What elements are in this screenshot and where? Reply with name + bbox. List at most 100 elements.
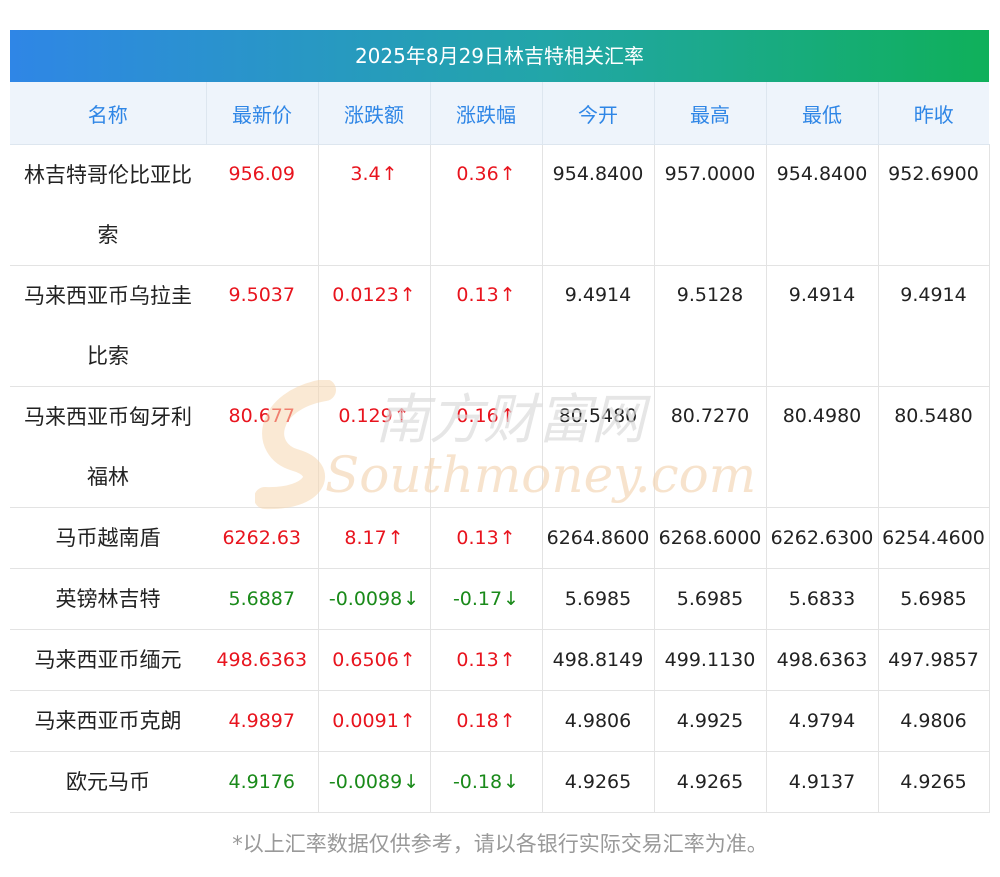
low-price: 954.8400 xyxy=(766,144,879,266)
prev-close-value: 80.5480 xyxy=(894,405,973,427)
header-change-pct: 涨跌幅 xyxy=(430,82,543,145)
prev-close-value: 4.9265 xyxy=(900,771,967,793)
low-price: 498.6363 xyxy=(766,629,879,691)
currency-pair-name: 欧元马币 xyxy=(10,751,206,813)
latest-price-value: 4.9897 xyxy=(228,710,295,732)
change-percent: 0.13↑ xyxy=(430,265,543,387)
arrow-up-icon: ↑ xyxy=(499,284,516,306)
arrow-down-icon: ↓ xyxy=(403,771,420,793)
prev-close-value: 4.9806 xyxy=(900,710,967,732)
table-row: 马来西亚币缅元 498.6363 0.6506↑ 0.13↑ 498.8149 499.1… xyxy=(10,629,990,691)
table-header-row: 名称 最新价 涨跌额 涨跌幅 今开 最高 最低 昨收 xyxy=(10,82,989,145)
currency-pair-name: 英镑林吉特 xyxy=(10,568,206,630)
high-price-value: 4.9265 xyxy=(676,771,744,793)
prev-close-value: 5.6985 xyxy=(900,588,967,610)
low-price: 4.9794 xyxy=(766,690,879,752)
change-percent: -0.17↓ xyxy=(430,568,543,630)
change-amount-value: 0.0123 xyxy=(332,284,399,306)
table-row: 欧元马币 4.9176 -0.0089↓ -0.18↓ 4.9265 4.9265 4.91… xyxy=(10,751,990,813)
open-price: 6264.8600 xyxy=(542,507,655,569)
arrow-up-icon: ↑ xyxy=(499,710,516,732)
latest-price: 80.677 xyxy=(206,386,319,508)
latest-price-value: 498.6363 xyxy=(216,649,308,671)
change-amount: 8.17↑ xyxy=(318,507,431,569)
change-amount: 0.0091↑ xyxy=(318,690,431,752)
header-change: 涨跌额 xyxy=(318,82,431,145)
open-price-value: 6264.8600 xyxy=(546,527,650,549)
prev-close: 9.4914 xyxy=(878,265,990,387)
change-amount-value: 3.4 xyxy=(350,163,381,185)
high-price: 957.0000 xyxy=(654,144,767,266)
low-price: 80.4980 xyxy=(766,386,879,508)
currency-pair-name: 林吉特哥伦比亚比索 xyxy=(10,144,206,266)
prev-close: 952.6900 xyxy=(878,144,990,266)
open-price-value: 4.9265 xyxy=(564,771,632,793)
arrow-up-icon: ↑ xyxy=(499,649,516,671)
prev-close-value: 952.6900 xyxy=(888,163,979,185)
high-price-value: 80.7270 xyxy=(670,405,750,427)
low-price-value: 6262.6300 xyxy=(770,527,874,549)
high-price-value: 6268.6000 xyxy=(658,527,762,549)
change-percent-value: 0.18 xyxy=(456,710,499,732)
latest-price-value: 6262.63 xyxy=(222,527,302,549)
open-price-value: 9.4914 xyxy=(564,284,632,306)
change-amount-value: -0.0089 xyxy=(328,771,403,793)
change-percent-value: 0.36 xyxy=(456,163,499,185)
high-price: 4.9925 xyxy=(654,690,767,752)
open-price: 9.4914 xyxy=(542,265,655,387)
open-price-value: 498.8149 xyxy=(552,649,644,671)
change-amount: 0.0123↑ xyxy=(318,265,431,387)
change-amount-value: 0.6506 xyxy=(332,649,399,671)
open-price: 4.9265 xyxy=(542,751,655,813)
arrow-down-icon: ↓ xyxy=(503,588,520,610)
open-price: 498.8149 xyxy=(542,629,655,691)
arrow-up-icon: ↑ xyxy=(499,527,516,549)
high-price: 9.5128 xyxy=(654,265,767,387)
latest-price-value: 9.5037 xyxy=(228,284,295,306)
change-percent: 0.16↑ xyxy=(430,386,543,508)
prev-close: 4.9806 xyxy=(878,690,990,752)
table-row: 马币越南盾 6262.63 8.17↑ 0.13↑ 6264.8600 6268.6000… xyxy=(10,507,990,569)
header-name: 名称 xyxy=(10,82,207,145)
arrow-up-icon: ↑ xyxy=(399,284,416,306)
open-price-value: 5.6985 xyxy=(564,588,632,610)
latest-price: 4.9897 xyxy=(206,690,319,752)
header-high: 最高 xyxy=(654,82,767,145)
arrow-down-icon: ↓ xyxy=(403,588,420,610)
latest-price: 956.09 xyxy=(206,144,319,266)
arrow-up-icon: ↑ xyxy=(399,710,416,732)
header-low: 最低 xyxy=(766,82,879,145)
arrow-up-icon: ↑ xyxy=(387,527,404,549)
latest-price: 9.5037 xyxy=(206,265,319,387)
arrow-up-icon: ↑ xyxy=(393,405,410,427)
change-amount-value: 0.129 xyxy=(338,405,393,427)
currency-pair-name: 马来西亚币缅元 xyxy=(10,629,206,691)
latest-price: 4.9176 xyxy=(206,751,319,813)
low-price: 6262.6300 xyxy=(766,507,879,569)
open-price-value: 4.9806 xyxy=(564,710,632,732)
latest-price-value: 80.677 xyxy=(228,405,295,427)
high-price-value: 4.9925 xyxy=(676,710,744,732)
table-row: 英镑林吉特 5.6887 -0.0098↓ -0.17↓ 5.6985 5.6985 5.6… xyxy=(10,568,990,630)
currency-pair-name: 马币越南盾 xyxy=(10,507,206,569)
change-amount: 0.129↑ xyxy=(318,386,431,508)
change-percent: -0.18↓ xyxy=(430,751,543,813)
prev-close-value: 9.4914 xyxy=(900,284,967,306)
prev-close-value: 497.9857 xyxy=(888,649,979,671)
arrow-up-icon: ↑ xyxy=(381,163,398,185)
low-price-value: 5.6833 xyxy=(788,588,856,610)
table-row: 马来西亚币克朗 4.9897 0.0091↑ 0.18↑ 4.9806 4.9925 4.9… xyxy=(10,690,990,752)
latest-price: 5.6887 xyxy=(206,568,319,630)
arrow-up-icon: ↑ xyxy=(499,405,516,427)
change-amount: 3.4↑ xyxy=(318,144,431,266)
prev-close: 5.6985 xyxy=(878,568,990,630)
change-percent-value: 0.13 xyxy=(456,649,499,671)
latest-price-value: 5.6887 xyxy=(228,588,295,610)
arrow-up-icon: ↑ xyxy=(399,649,416,671)
latest-price: 498.6363 xyxy=(206,629,319,691)
prev-close: 6254.4600 xyxy=(878,507,990,569)
low-price-value: 4.9794 xyxy=(788,710,856,732)
low-price: 9.4914 xyxy=(766,265,879,387)
change-amount-value: 8.17 xyxy=(344,527,387,549)
high-price: 5.6985 xyxy=(654,568,767,630)
